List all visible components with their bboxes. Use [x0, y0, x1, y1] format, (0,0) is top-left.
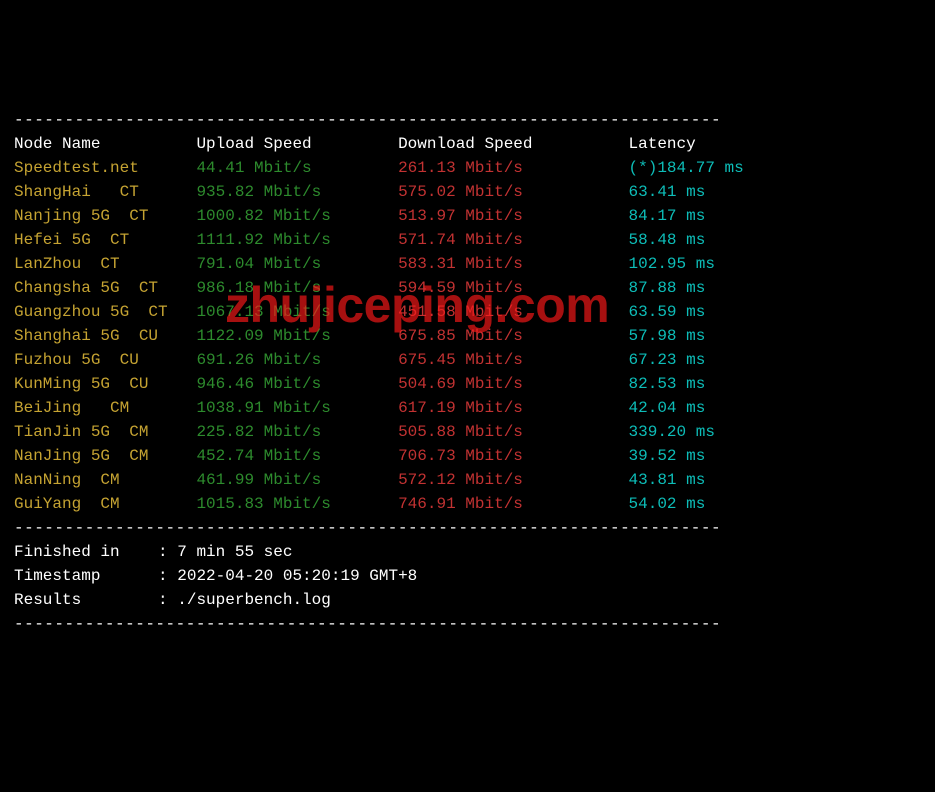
timestamp-label: Timestamp — [14, 567, 158, 585]
node-name: Hefei 5G CT — [14, 231, 196, 249]
node-name: Changsha 5G CT — [14, 279, 196, 297]
latency-value: 67.23 ms — [629, 351, 706, 369]
divider-top: ----------------------------------------… — [14, 108, 921, 132]
download-speed: 583.31 Mbit/s — [398, 255, 628, 273]
latency-value: 84.17 ms — [629, 207, 706, 225]
upload-speed: 691.26 Mbit/s — [196, 351, 398, 369]
latency-value: 87.88 ms — [629, 279, 706, 297]
upload-speed: 986.18 Mbit/s — [196, 279, 398, 297]
upload-speed: 946.46 Mbit/s — [196, 375, 398, 393]
header-node-name: Node Name — [14, 135, 196, 153]
upload-speed: 1038.91 Mbit/s — [196, 399, 398, 417]
download-speed: 504.69 Mbit/s — [398, 375, 628, 393]
table-row: Speedtest.net 44.41 Mbit/s 261.13 Mbit/s… — [14, 156, 921, 180]
upload-speed: 1015.83 Mbit/s — [196, 495, 398, 513]
download-speed: 675.85 Mbit/s — [398, 327, 628, 345]
node-name: GuiYang CM — [14, 495, 196, 513]
table-row: Changsha 5G CT 986.18 Mbit/s 594.59 Mbit… — [14, 276, 921, 300]
node-name: LanZhou CT — [14, 255, 196, 273]
divider-text: ----------------------------------------… — [14, 519, 721, 537]
upload-speed: 1067.13 Mbit/s — [196, 303, 398, 321]
upload-speed: 935.82 Mbit/s — [196, 183, 398, 201]
table-row: Guangzhou 5G CT 1067.13 Mbit/s 451.58 Mb… — [14, 300, 921, 324]
upload-speed: 1122.09 Mbit/s — [196, 327, 398, 345]
footer-results: Results : ./superbench.log — [14, 588, 921, 612]
table-row: ShangHai CT 935.82 Mbit/s 575.02 Mbit/s … — [14, 180, 921, 204]
upload-speed: 1000.82 Mbit/s — [196, 207, 398, 225]
results-value: ./superbench.log — [177, 591, 331, 609]
download-speed: 617.19 Mbit/s — [398, 399, 628, 417]
latency-value: 43.81 ms — [629, 471, 706, 489]
header-upload: Upload Speed — [196, 135, 398, 153]
node-name: Guangzhou 5G CT — [14, 303, 196, 321]
header-row: Node Name Upload Speed Download Speed La… — [14, 132, 921, 156]
divider-text: ----------------------------------------… — [14, 615, 721, 633]
node-name: NanJing 5G CM — [14, 447, 196, 465]
node-name: ShangHai CT — [14, 183, 196, 201]
header-latency: Latency — [629, 135, 696, 153]
timestamp-value: 2022-04-20 05:20:19 GMT+8 — [177, 567, 417, 585]
download-speed: 572.12 Mbit/s — [398, 471, 628, 489]
download-speed: 513.97 Mbit/s — [398, 207, 628, 225]
table-row: KunMing 5G CU 946.46 Mbit/s 504.69 Mbit/… — [14, 372, 921, 396]
table-row: Fuzhou 5G CU 691.26 Mbit/s 675.45 Mbit/s… — [14, 348, 921, 372]
download-speed: 706.73 Mbit/s — [398, 447, 628, 465]
latency-value: 58.48 ms — [629, 231, 706, 249]
download-speed: 575.02 Mbit/s — [398, 183, 628, 201]
node-name: Speedtest.net — [14, 159, 196, 177]
latency-value: 102.95 ms — [629, 255, 715, 273]
latency-value: 339.20 ms — [629, 423, 715, 441]
upload-speed: 791.04 Mbit/s — [196, 255, 398, 273]
table-row: Hefei 5G CT 1111.92 Mbit/s 571.74 Mbit/s… — [14, 228, 921, 252]
divider-bottom: ----------------------------------------… — [14, 612, 921, 636]
header-download: Download Speed — [398, 135, 628, 153]
upload-speed: 225.82 Mbit/s — [196, 423, 398, 441]
latency-value: 54.02 ms — [629, 495, 706, 513]
latency-value: 63.41 ms — [629, 183, 706, 201]
upload-speed: 461.99 Mbit/s — [196, 471, 398, 489]
latency-value: 57.98 ms — [629, 327, 706, 345]
table-row: NanJing 5G CM 452.74 Mbit/s 706.73 Mbit/… — [14, 444, 921, 468]
download-speed: 571.74 Mbit/s — [398, 231, 628, 249]
footer-timestamp: Timestamp : 2022-04-20 05:20:19 GMT+8 — [14, 564, 921, 588]
results-label: Results — [14, 591, 158, 609]
table-row: BeiJing CM 1038.91 Mbit/s 617.19 Mbit/s … — [14, 396, 921, 420]
download-speed: 451.58 Mbit/s — [398, 303, 628, 321]
divider-text: ----------------------------------------… — [14, 111, 721, 129]
table-row: GuiYang CM 1015.83 Mbit/s 746.91 Mbit/s … — [14, 492, 921, 516]
upload-speed: 1111.92 Mbit/s — [196, 231, 398, 249]
download-speed: 746.91 Mbit/s — [398, 495, 628, 513]
latency-value: 42.04 ms — [629, 399, 706, 417]
table-row: NanNing CM 461.99 Mbit/s 572.12 Mbit/s 4… — [14, 468, 921, 492]
finished-label: Finished in — [14, 543, 158, 561]
node-name: Fuzhou 5G CU — [14, 351, 196, 369]
node-name: BeiJing CM — [14, 399, 196, 417]
upload-speed: 44.41 Mbit/s — [196, 159, 398, 177]
footer-finished: Finished in : 7 min 55 sec — [14, 540, 921, 564]
download-speed: 261.13 Mbit/s — [398, 159, 628, 177]
latency-value: 63.59 ms — [629, 303, 706, 321]
table-row: Nanjing 5G CT 1000.82 Mbit/s 513.97 Mbit… — [14, 204, 921, 228]
download-speed: 594.59 Mbit/s — [398, 279, 628, 297]
table-row: TianJin 5G CM 225.82 Mbit/s 505.88 Mbit/… — [14, 420, 921, 444]
node-name: Nanjing 5G CT — [14, 207, 196, 225]
latency-value: (*)184.77 ms — [629, 159, 744, 177]
finished-value: 7 min 55 sec — [177, 543, 292, 561]
node-name: TianJin 5G CM — [14, 423, 196, 441]
node-name: KunMing 5G CU — [14, 375, 196, 393]
upload-speed: 452.74 Mbit/s — [196, 447, 398, 465]
table-row: Shanghai 5G CU 1122.09 Mbit/s 675.85 Mbi… — [14, 324, 921, 348]
download-speed: 675.45 Mbit/s — [398, 351, 628, 369]
node-name: NanNing CM — [14, 471, 196, 489]
download-speed: 505.88 Mbit/s — [398, 423, 628, 441]
table-row: LanZhou CT 791.04 Mbit/s 583.31 Mbit/s 1… — [14, 252, 921, 276]
latency-value: 39.52 ms — [629, 447, 706, 465]
latency-value: 82.53 ms — [629, 375, 706, 393]
node-name: Shanghai 5G CU — [14, 327, 196, 345]
divider-mid: ----------------------------------------… — [14, 516, 921, 540]
